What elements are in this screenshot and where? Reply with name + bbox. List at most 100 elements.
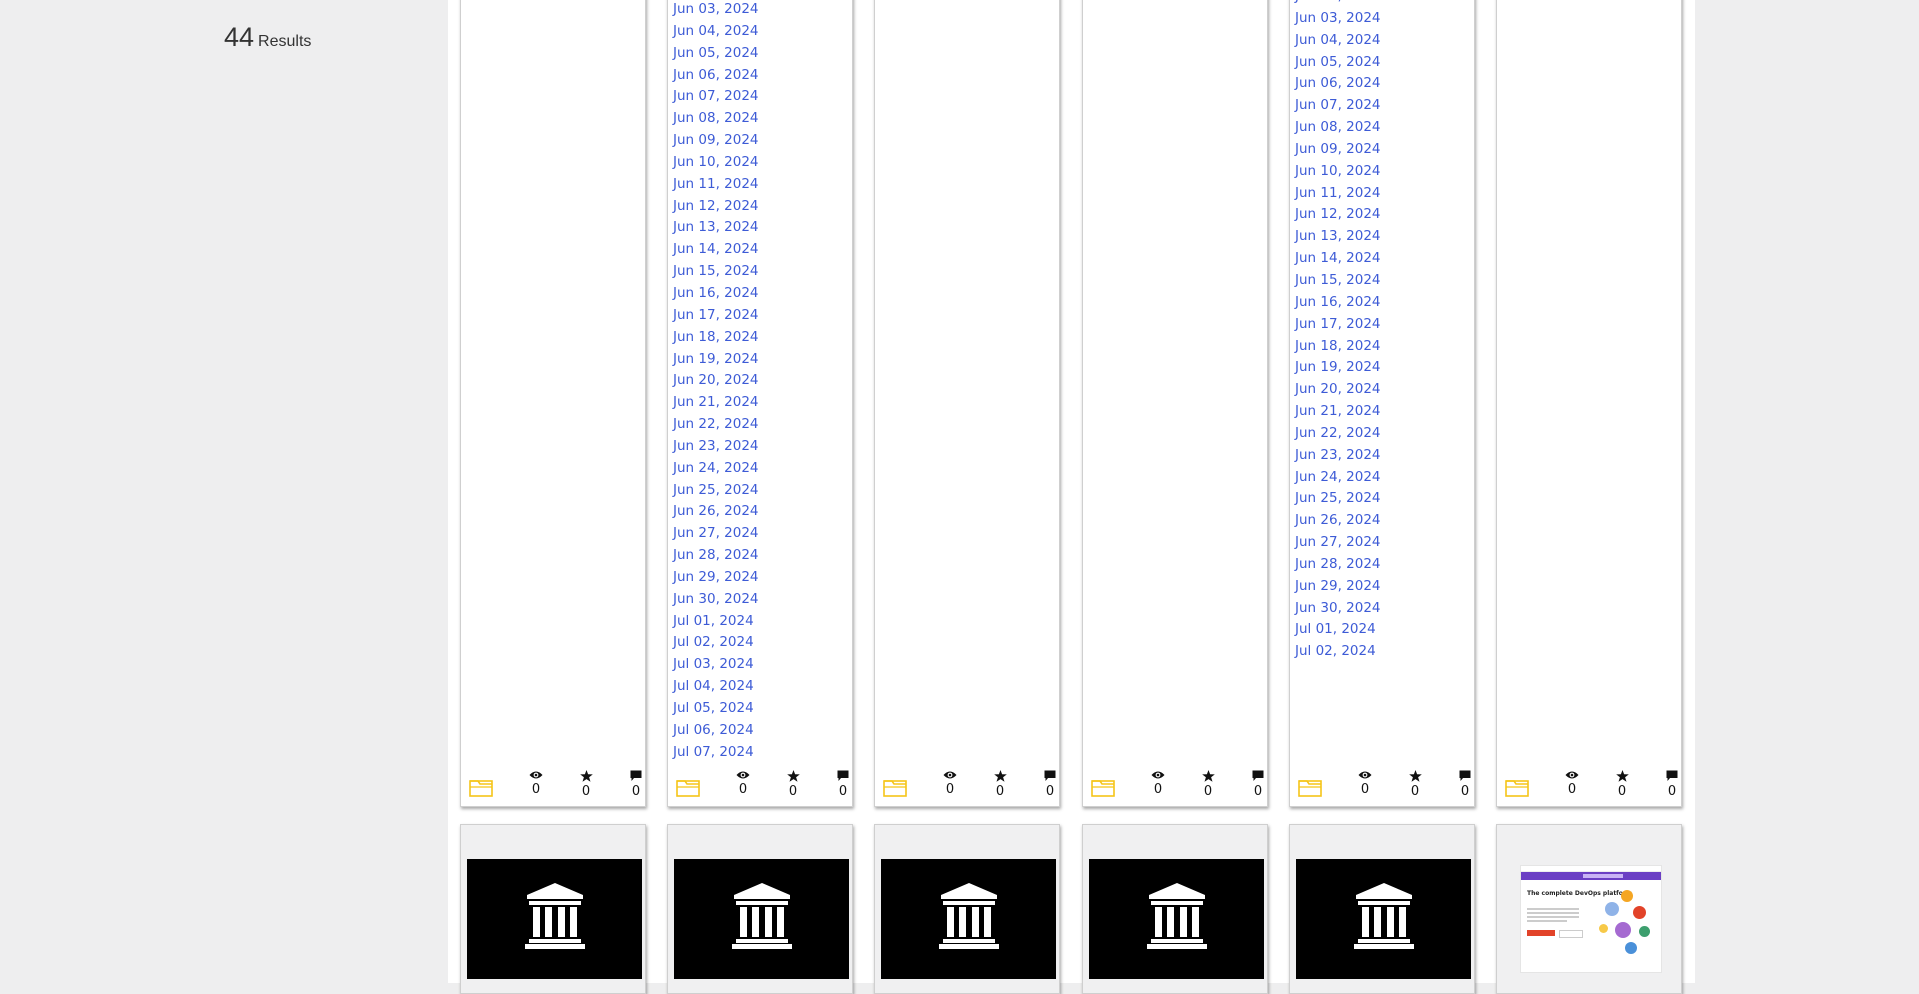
date-link[interactable]: Jun 06, 2024 <box>1295 73 1381 95</box>
date-link[interactable]: Jun 05, 2024 <box>1295 52 1381 74</box>
date-link[interactable]: Jun 16, 2024 <box>673 283 759 305</box>
date-link[interactable]: Jun 16, 2024 <box>1295 292 1381 314</box>
star-icon <box>1615 770 1629 782</box>
date-link[interactable]: Jul 01, 2024 <box>1295 619 1381 641</box>
card-thumbnail[interactable] <box>1296 859 1471 979</box>
comments-stat[interactable]: 0 <box>624 770 648 799</box>
date-link[interactable]: Jun 29, 2024 <box>1295 576 1381 598</box>
date-link[interactable]: Jun 12, 2024 <box>673 196 759 218</box>
date-link[interactable]: Jun 14, 2024 <box>673 239 759 261</box>
date-link[interactable]: Jul 02, 2024 <box>673 632 759 654</box>
date-link[interactable]: Jun 23, 2024 <box>673 436 759 458</box>
result-card[interactable]: 0 0 0 <box>1082 0 1268 807</box>
date-link[interactable]: Jun 19, 2024 <box>1295 357 1381 379</box>
stars-stat[interactable]: 0 <box>1610 770 1634 799</box>
date-link[interactable]: Jun 21, 2024 <box>1295 401 1381 423</box>
date-link[interactable]: Jun 20, 2024 <box>1295 379 1381 401</box>
result-card[interactable]: The complete DevOps platform <box>1496 824 1682 994</box>
date-link[interactable]: Jun 18, 2024 <box>1295 336 1381 358</box>
comments-stat[interactable]: 0 <box>831 770 855 799</box>
date-link[interactable]: Jun 02, 2024 <box>1295 0 1381 8</box>
date-link[interactable]: Jun 28, 2024 <box>673 545 759 567</box>
date-link[interactable]: Jun 08, 2024 <box>1295 117 1381 139</box>
date-link[interactable]: Jun 11, 2024 <box>673 174 759 196</box>
result-card[interactable] <box>460 824 646 994</box>
date-link[interactable]: Jun 26, 2024 <box>1295 510 1381 532</box>
date-link[interactable]: Jun 25, 2024 <box>1295 488 1381 510</box>
stars-stat[interactable]: 0 <box>1403 770 1427 799</box>
date-link[interactable]: Jun 05, 2024 <box>673 43 759 65</box>
date-link[interactable]: Jul 04, 2024 <box>673 676 759 698</box>
website-screenshot-thumbnail[interactable]: The complete DevOps platform <box>1520 865 1662 973</box>
card-thumbnail[interactable] <box>674 859 849 979</box>
card-thumbnail[interactable] <box>467 859 642 979</box>
date-link[interactable]: Jun 04, 2024 <box>673 21 759 43</box>
date-link[interactable]: Jun 04, 2024 <box>1295 30 1381 52</box>
comments-stat[interactable]: 0 <box>1246 770 1270 799</box>
date-link[interactable]: Jun 10, 2024 <box>673 152 759 174</box>
date-link[interactable]: Jun 17, 2024 <box>673 305 759 327</box>
date-link[interactable]: Jun 23, 2024 <box>1295 445 1381 467</box>
date-link[interactable]: Jul 07, 2024 <box>673 742 759 764</box>
date-link[interactable]: Jun 07, 2024 <box>1295 95 1381 117</box>
date-link[interactable]: Jul 06, 2024 <box>673 720 759 742</box>
date-link[interactable]: Jun 29, 2024 <box>673 567 759 589</box>
date-link[interactable]: Jun 14, 2024 <box>1295 248 1381 270</box>
result-card[interactable]: Jun 02, 2024Jun 03, 2024Jun 04, 2024Jun … <box>1289 0 1475 807</box>
date-link[interactable]: Jun 17, 2024 <box>1295 314 1381 336</box>
date-link[interactable]: Jun 19, 2024 <box>673 349 759 371</box>
date-link[interactable]: Jun 28, 2024 <box>1295 554 1381 576</box>
date-link[interactable]: Jun 08, 2024 <box>673 108 759 130</box>
date-link[interactable]: Jun 12, 2024 <box>1295 204 1381 226</box>
date-link[interactable]: Jun 03, 2024 <box>1295 8 1381 30</box>
date-link[interactable]: Jun 09, 2024 <box>1295 139 1381 161</box>
date-link[interactable]: Jun 30, 2024 <box>673 589 759 611</box>
date-link[interactable]: Jun 22, 2024 <box>1295 423 1381 445</box>
card-thumbnail[interactable] <box>881 859 1056 979</box>
date-link[interactable]: Jun 18, 2024 <box>673 327 759 349</box>
result-card[interactable]: 0 0 0 <box>874 0 1060 807</box>
stars-stat[interactable]: 0 <box>988 770 1012 799</box>
date-link[interactable]: Jun 26, 2024 <box>673 501 759 523</box>
result-card[interactable] <box>1082 824 1268 994</box>
date-link[interactable]: Jun 22, 2024 <box>673 414 759 436</box>
date-link[interactable]: Jul 02, 2024 <box>1295 641 1381 663</box>
result-card[interactable] <box>874 824 1060 994</box>
date-link[interactable]: Jun 21, 2024 <box>673 392 759 414</box>
date-link[interactable]: Jun 13, 2024 <box>1295 226 1381 248</box>
date-link[interactable]: Jun 07, 2024 <box>673 86 759 108</box>
date-list: Jun 03, 2024 Jun 04, 2024 Jun 05, 2024 Jun … <box>673 0 759 764</box>
date-link[interactable]: Jun 15, 2024 <box>1295 270 1381 292</box>
date-link[interactable]: Jun 24, 2024 <box>1295 467 1381 489</box>
date-link[interactable]: Jun 20, 2024 <box>673 370 759 392</box>
result-card[interactable] <box>1289 824 1475 994</box>
date-link[interactable]: Jun 27, 2024 <box>673 523 759 545</box>
date-link[interactable]: Jun 30, 2024 <box>1295 598 1381 620</box>
date-link[interactable]: Jul 03, 2024 <box>673 654 759 676</box>
result-card[interactable] <box>667 824 853 994</box>
date-link[interactable]: Jun 13, 2024 <box>673 217 759 239</box>
stars-stat[interactable]: 0 <box>1196 770 1220 799</box>
result-card[interactable]: 0 0 0 <box>460 0 646 807</box>
result-card[interactable]: 0 0 0 <box>1496 0 1682 807</box>
date-link[interactable]: Jun 24, 2024 <box>673 458 759 480</box>
date-link[interactable]: Jul 05, 2024 <box>673 698 759 720</box>
date-link[interactable]: Jun 03, 2024 <box>673 0 759 21</box>
star-icon <box>993 770 1007 782</box>
comments-stat[interactable]: 0 <box>1453 770 1477 799</box>
date-link[interactable]: Jul 01, 2024 <box>673 611 759 633</box>
stars-stat[interactable]: 0 <box>574 770 598 799</box>
date-link[interactable]: Jun 10, 2024 <box>1295 161 1381 183</box>
date-link[interactable]: Jun 09, 2024 <box>673 130 759 152</box>
date-link[interactable]: Jun 25, 2024 <box>673 480 759 502</box>
result-card[interactable]: Jun 03, 2024 Jun 04, 2024 Jun 05, 2024 Jun … <box>667 0 853 807</box>
comments-stat[interactable]: 0 <box>1038 770 1062 799</box>
date-link[interactable]: Jun 11, 2024 <box>1295 183 1381 205</box>
date-link[interactable]: Jun 15, 2024 <box>673 261 759 283</box>
date-link[interactable]: Jun 27, 2024 <box>1295 532 1381 554</box>
comments-stat[interactable]: 0 <box>1660 770 1684 799</box>
date-link[interactable]: Jun 06, 2024 <box>673 65 759 87</box>
card-thumbnail[interactable] <box>1089 859 1264 979</box>
folder-icon <box>1505 780 1529 797</box>
stars-stat[interactable]: 0 <box>781 770 805 799</box>
